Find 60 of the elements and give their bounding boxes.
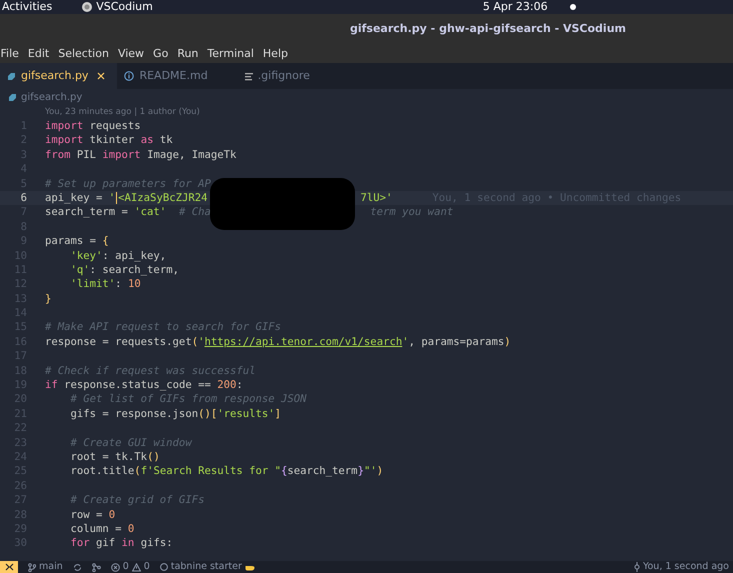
code-line: # Create grid of GIFs xyxy=(70,493,204,508)
window-title: gifsearch.py - ghw-api-gifsearch - VSCodium xyxy=(350,21,626,38)
code-line: # Get list of GIFs from response JSON xyxy=(70,392,306,407)
close-icon xyxy=(97,72,106,80)
clock[interactable]: 5 Apr 23:06 xyxy=(482,0,548,16)
code-line: gifs = response.json()['results'] xyxy=(70,406,282,422)
code-line: import requests xyxy=(45,119,141,134)
menu-item[interactable]: Selection xyxy=(54,46,114,62)
status-dot-icon xyxy=(570,4,576,10)
code-line: 'key': api_key, xyxy=(70,248,166,263)
app-icon xyxy=(82,2,92,12)
code-line: search_term = 'cat' # Cha term you want xyxy=(45,205,454,220)
branch-name[interactable]: main xyxy=(39,560,63,573)
code-line: import tkinter as tk xyxy=(45,133,173,148)
app-name[interactable]: VSCodium xyxy=(96,0,153,16)
info-icon xyxy=(124,71,134,81)
code-line: column = 0 xyxy=(70,522,134,536)
code-line: api_key = '<AIzaSyBcZJR24 7lU>' xyxy=(45,190,392,206)
editor-tab[interactable]: .gifignore xyxy=(220,63,322,89)
code-line: root = tk.Tk() xyxy=(70,450,160,464)
menu-item[interactable]: View xyxy=(113,46,149,62)
graph-icon xyxy=(92,562,101,572)
code-line: # Create GUI window xyxy=(70,436,192,450)
menu-item[interactable]: Help xyxy=(258,46,292,62)
remote-button[interactable] xyxy=(0,561,18,573)
text-lines-icon xyxy=(244,72,253,80)
code-line: if response.status_code == 200: xyxy=(45,378,243,392)
commit-icon xyxy=(634,562,640,572)
menu-item[interactable]: Terminal xyxy=(202,46,258,62)
tabnine-status[interactable]: tabnine starter xyxy=(170,560,242,573)
warning-count[interactable]: 0 xyxy=(144,560,150,573)
code-line: from PIL import Image, ImageTk xyxy=(45,148,236,162)
error-count[interactable]: 0 xyxy=(122,560,129,573)
python-file-icon xyxy=(7,72,16,80)
branch-icon xyxy=(28,562,36,572)
activities-button[interactable]: Activities xyxy=(2,0,52,16)
editor-tab[interactable]: README.md xyxy=(117,63,220,89)
code-line: 'q': search_term, xyxy=(70,262,179,278)
menu-item[interactable]: Edit xyxy=(23,46,54,62)
remote-icon xyxy=(4,563,14,571)
menu-item[interactable]: Go xyxy=(148,46,173,62)
warning-icon xyxy=(132,562,141,572)
error-icon xyxy=(110,562,120,572)
code-line: } xyxy=(45,292,52,306)
code-line: row = 0 xyxy=(70,508,116,522)
code-line: 'limit': 10 xyxy=(70,277,141,292)
code-line: # Check if request was successful xyxy=(45,364,256,378)
menu-item[interactable]: Run xyxy=(172,46,203,62)
blame-status[interactable]: You, 1 second ago xyxy=(642,560,729,573)
menu-item[interactable]: File xyxy=(0,46,24,62)
python-file-icon xyxy=(8,93,17,102)
line-number: 6 xyxy=(20,190,27,206)
code-line: params = { xyxy=(45,234,109,249)
code-line: response = requests.get('https://api.tenor.com/v1/search', params=params) xyxy=(45,334,511,350)
code-line: for gif in gifs: xyxy=(70,536,173,551)
code-line: # Set up parameters for AP xyxy=(45,176,211,191)
sync-icon xyxy=(72,562,82,572)
editor-tab[interactable]: gifsearch.py xyxy=(0,63,118,89)
code-line: # Make API request to search for GIFs xyxy=(45,320,281,335)
code-line: root.title(f'Search Results for "{search_term}"') xyxy=(70,464,384,479)
